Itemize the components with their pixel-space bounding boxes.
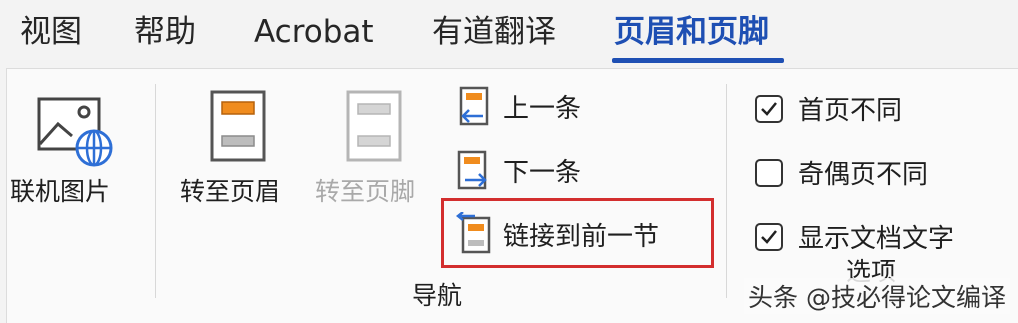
navigation-group-label: 导航	[412, 281, 463, 310]
next-arrow-icon	[457, 150, 487, 190]
goto-header-label: 转至页眉	[180, 177, 281, 206]
tab-header-footer[interactable]: 页眉和页脚	[614, 12, 769, 52]
group-separator	[155, 84, 156, 298]
show-document-text-checkbox[interactable]	[755, 223, 783, 251]
ribbon-tab-bar: 视图 帮助 Acrobat 有道翻译 页眉和页脚	[0, 0, 1018, 66]
group-separator	[726, 84, 727, 298]
tab-acrobat[interactable]: Acrobat	[254, 12, 374, 52]
online-pictures-button[interactable]: 联机图片	[10, 94, 140, 206]
header-page-icon	[210, 90, 266, 162]
online-picture-icon	[37, 97, 113, 167]
previous-section-label: 上一条	[503, 94, 582, 124]
checkmark-icon	[761, 102, 777, 116]
goto-footer-button[interactable]: 转至页脚	[312, 90, 440, 206]
show-document-text-label[interactable]: 显示文档文字	[798, 218, 954, 255]
highlight-annotation-box	[441, 198, 714, 268]
next-section-label: 下一条	[503, 158, 582, 188]
different-first-page-label[interactable]: 首页不同	[798, 90, 902, 127]
watermark-text: 头条 @技必得论文编译	[744, 278, 1010, 314]
different-odd-even-label[interactable]: 奇偶页不同	[798, 154, 928, 191]
checkmark-icon	[761, 230, 777, 244]
tab-youdao-translate[interactable]: 有道翻译	[432, 12, 556, 52]
tab-view[interactable]: 视图	[20, 12, 82, 52]
goto-header-button[interactable]: 转至页眉	[176, 90, 304, 206]
tab-help[interactable]: 帮助	[134, 12, 196, 52]
previous-arrow-icon	[459, 86, 489, 126]
online-pictures-label: 联机图片	[10, 177, 111, 206]
goto-footer-label: 转至页脚	[315, 177, 416, 206]
different-first-page-checkbox[interactable]	[755, 95, 783, 123]
next-section-button[interactable]: 下一条	[455, 148, 655, 192]
different-odd-even-checkbox[interactable]	[755, 159, 783, 187]
active-tab-indicator	[612, 58, 784, 63]
previous-section-button[interactable]: 上一条	[455, 84, 655, 128]
footer-page-icon	[346, 90, 402, 162]
